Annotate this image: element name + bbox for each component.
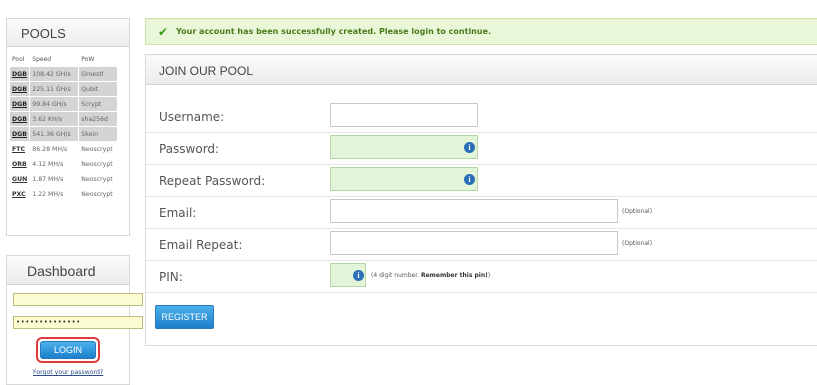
pin-hint: (4 digit number. Remember this pin!) [371,272,490,279]
info-icon: i [464,174,475,185]
password-input[interactable]: •••••••••••••• [13,316,143,329]
pool-speed: 1.87 MH/s [32,175,64,183]
pools-header-pow: PoW [81,55,95,63]
pool-speed: 541.36 GH/s [30,127,79,141]
pools-header-pool: Pool [12,55,25,63]
pool-row: DGB 225.11 GH/s Qubit [10,82,118,96]
username-label: Username: [159,110,225,124]
pool-code-link[interactable]: DGB [10,97,30,111]
pool-speed: 3.62 KH/s [30,112,79,126]
email-optional-note: (Optional) [622,208,653,215]
email-repeat-label: Email Repeat: [159,238,243,252]
pool-pow: Neoscrypt [81,145,113,153]
pool-code-link[interactable]: FTC [10,142,29,156]
pools-table-body: DGB 108.42 GH/s Groestl DGB 225.11 GH/s Qubit… [10,67,118,201]
username-input[interactable] [13,293,143,306]
pool-row: DGB 541.36 GH/s Skein [10,127,118,141]
repeat-password-label: Repeat Password: [159,174,266,188]
pools-table: Pool Speed PoW DGB 108.42 GH/s Groestl DGB 2… [9,51,118,202]
pool-speed: 225.11 GH/s [30,82,79,96]
pool-speed: 4.12 MH/s [32,160,64,168]
pool-speed: 1.22 MH/s [32,190,64,198]
password-label: Password: [159,142,220,156]
login-button[interactable]: LOGIN [40,341,96,359]
pool-pow: Neoscrypt [81,190,113,198]
forgot-password-link[interactable]: Forgot your password? [33,369,103,376]
username-field[interactable] [330,103,478,127]
email-repeat-field[interactable] [330,231,618,255]
pool-pow: Neoscrypt [81,175,113,183]
pool-speed: 99.84 GH/s [30,97,79,111]
info-icon: i [353,270,364,281]
pool-code-link[interactable]: DGB [10,127,30,141]
join-pool-title: JOIN OUR POOL [146,55,817,85]
login-button-highlight: LOGIN [36,337,100,363]
pool-row: DGB 108.42 GH/s Groestl [10,67,118,81]
email-repeat-row: Email Repeat: (Optional) [146,231,817,261]
repeat-password-row: Repeat Password: i [146,167,817,197]
pools-header-speed: Speed [32,55,52,63]
pool-pow: Neoscrypt [81,160,113,168]
pool-row: PXC 1.22 MH/s Neoscrypt [10,187,117,201]
pin-hint-suffix: ) [487,272,491,279]
pin-hint-bold: Remember this pin! [420,272,488,279]
pool-pow: Groestl [79,67,118,81]
check-icon: ✔ [158,24,169,39]
info-icon: i [464,142,475,153]
username-row: Username: [146,103,817,133]
pool-row: DGB 3.62 KH/s sha256d [10,112,118,126]
pool-code-link[interactable]: PXC [10,187,29,201]
email-field[interactable] [330,199,618,223]
pools-panel: POOLS Pool Speed PoW DGB 108.42 GH/s Groes… [6,18,130,236]
email-label: Email: [159,206,197,220]
pool-row: DGB 99.84 GH/s Scrypt [10,97,118,111]
dashboard-panel: Dashboard •••••••••••••• LOGIN Forgot yo… [6,255,143,385]
pool-pow: Qubit [79,82,118,96]
pool-row: ORB 4.12 MH/s Neoscrypt [10,157,117,171]
email-row: Email: (Optional) [146,199,817,229]
pool-code-link[interactable]: DGB [10,82,30,96]
pools-title: POOLS [7,19,129,47]
pool-pow: sha256d [79,112,118,126]
pool-speed: 86.28 MH/s [32,145,68,153]
pool-speed: 108.42 GH/s [30,67,79,81]
register-button[interactable]: REGISTER [155,305,214,329]
pin-label: PIN: [159,270,183,284]
pool-pow: Skein [79,127,118,141]
pin-hint-prefix: (4 digit number. [371,272,420,279]
password-row: Password: i [146,135,817,165]
pool-code-link[interactable]: DGB [10,112,30,126]
join-pool-panel: JOIN OUR POOL Username: Password: i Repe… [145,54,817,346]
success-message: Your account has been successfully creat… [176,27,492,36]
pool-code-link[interactable]: ORB [10,157,29,171]
repeat-password-field[interactable]: i [330,167,478,191]
email-repeat-optional-note: (Optional) [622,240,653,247]
pool-code-link[interactable]: GUN [10,172,29,186]
pool-row: GUN 1.87 MH/s Neoscrypt [10,172,117,186]
pool-pow: Scrypt [79,97,118,111]
pin-field[interactable]: i [330,263,366,287]
success-alert: ✔ Your account has been successfully cre… [145,18,817,45]
password-field[interactable]: i [330,135,478,159]
dashboard-title: Dashboard [7,256,129,285]
pin-row: PIN: i (4 digit number. Remember this pi… [146,263,817,293]
pool-code-link[interactable]: DGB [10,67,30,81]
pool-row: FTC 86.28 MH/s Neoscrypt [10,142,117,156]
